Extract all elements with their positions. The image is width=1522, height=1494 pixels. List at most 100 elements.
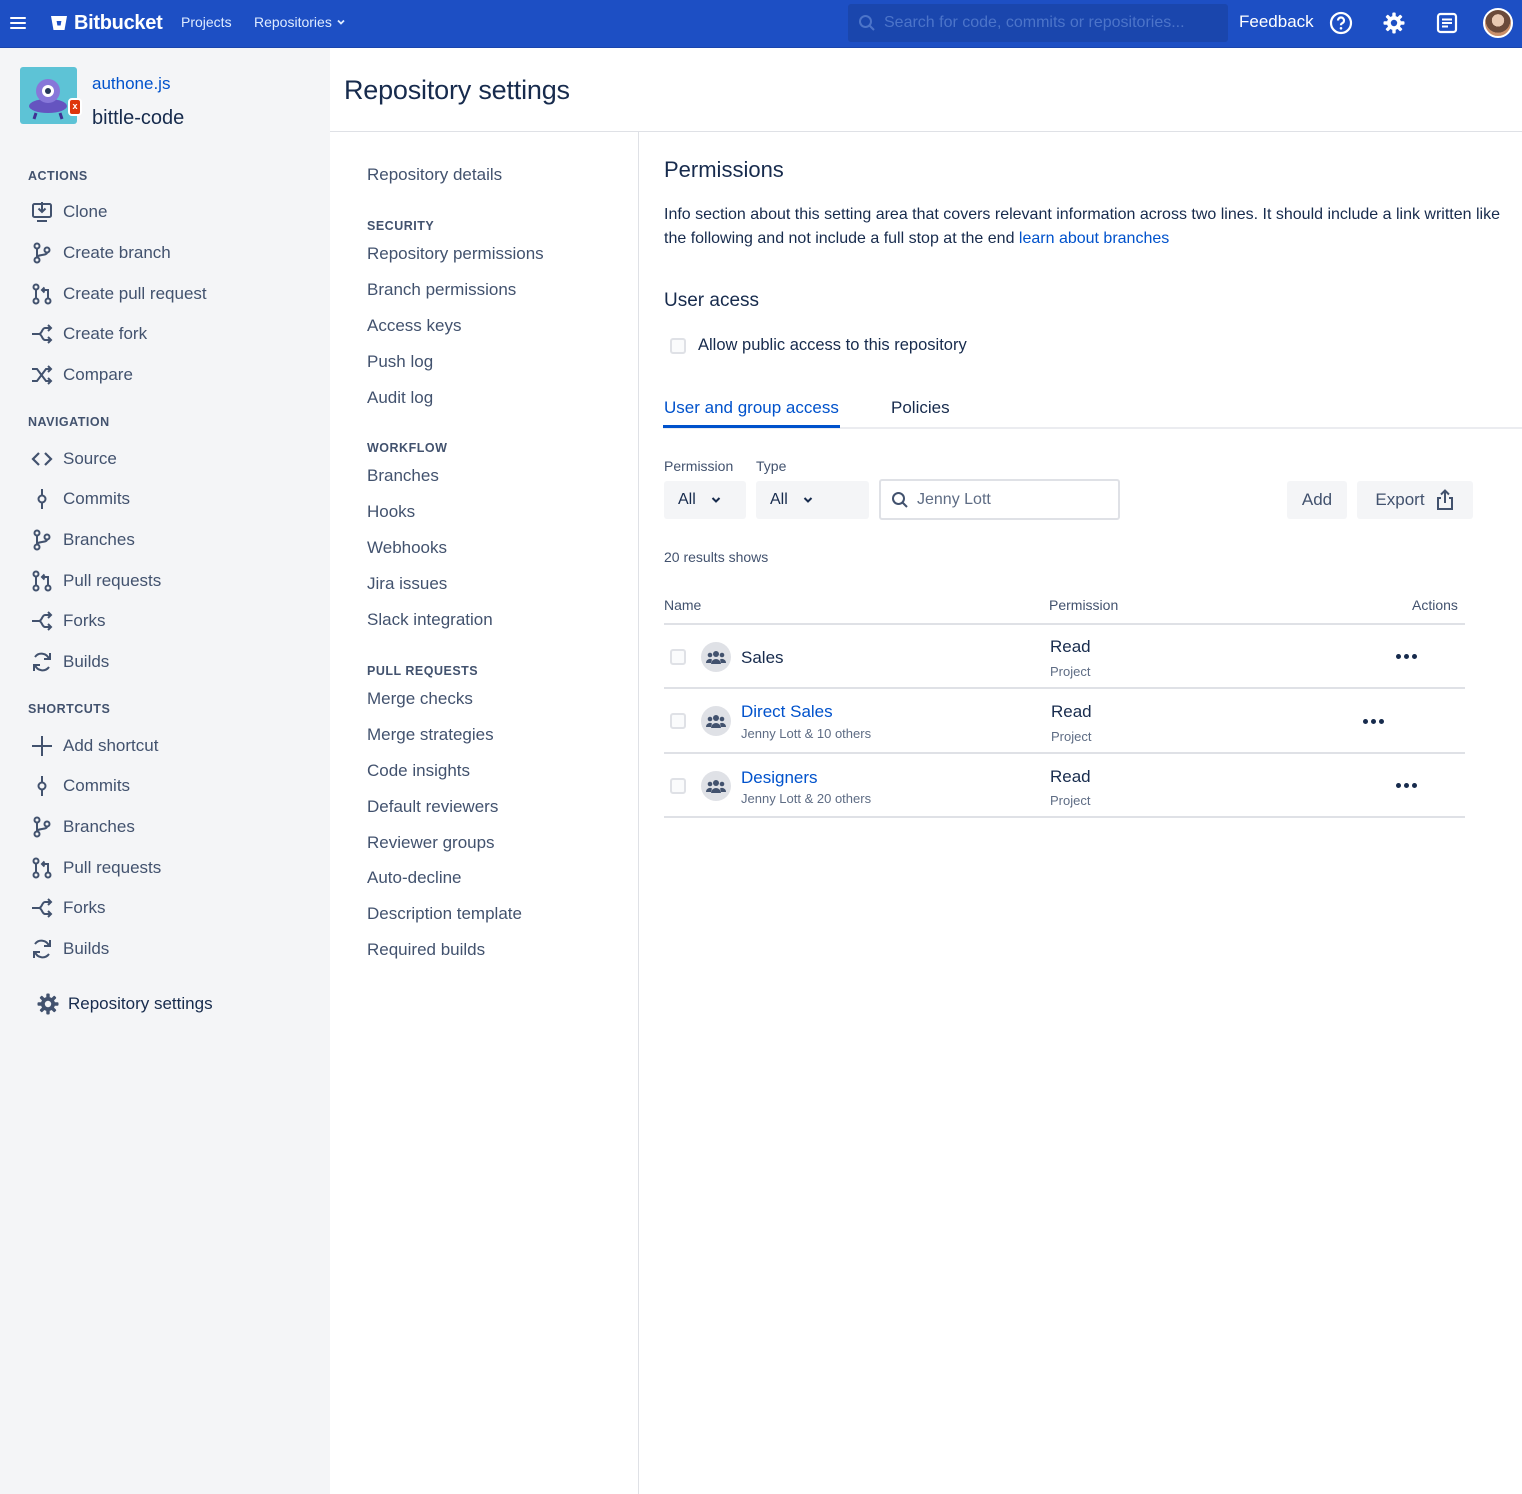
permission-filter-label: Permission — [664, 458, 734, 474]
type-filter-select[interactable]: All — [756, 481, 869, 519]
sidebar-item-add-shortcut[interactable]: Add shortcut — [30, 732, 158, 760]
sidebar-item-source[interactable]: Source — [30, 445, 117, 473]
sidebar-item-pull-requests[interactable]: Pull requests — [30, 567, 161, 595]
sidebar-item-create-pull-request[interactable]: Create pull request — [30, 280, 207, 308]
settings-icon — [36, 992, 60, 1016]
settings-nav-audit-log[interactable]: Audit log — [367, 388, 433, 408]
row-permission: Read — [1050, 767, 1091, 786]
column-header-actions: Actions — [1412, 597, 1458, 613]
repository-avatar[interactable] — [20, 67, 77, 124]
settings-nav-required-builds[interactable]: Required builds — [367, 940, 485, 960]
sidebar-item-compare[interactable]: Compare — [30, 361, 133, 389]
global-search-input[interactable]: Search for code, commits or repositories… — [848, 4, 1228, 42]
fork-icon — [30, 896, 54, 920]
sidebar-item-label: Builds — [63, 652, 110, 671]
bitbucket-logo-icon — [51, 16, 67, 30]
notifications-icon[interactable] — [1434, 10, 1460, 36]
add-button[interactable]: Add — [1287, 481, 1347, 519]
commit-icon — [30, 487, 54, 511]
results-count: 20 results shows — [664, 549, 769, 565]
sidebar-item-forks[interactable]: Forks — [30, 607, 106, 635]
export-button[interactable]: Export — [1357, 481, 1473, 519]
repository-sidebar: x authone.js bittle-code ACTIONS Clone C… — [0, 48, 330, 1494]
avatar[interactable] — [1483, 8, 1513, 38]
row-checkbox[interactable] — [670, 713, 686, 729]
sidebar-item-shortcut-branches[interactable]: Branches — [30, 813, 135, 841]
settings-nav-hooks[interactable]: Hooks — [367, 502, 415, 522]
tab-policies[interactable]: Policies — [891, 398, 950, 418]
more-actions-icon[interactable] — [1396, 654, 1417, 659]
pull-request-icon — [30, 856, 54, 880]
menu-icon[interactable] — [10, 14, 26, 32]
public-access-label: Allow public access to this repository — [698, 336, 967, 354]
learn-about-branches-link[interactable]: learn about branches — [1019, 230, 1169, 247]
commit-icon — [30, 774, 54, 798]
settings-nav-auto-decline[interactable]: Auto-decline — [367, 868, 462, 888]
settings-nav-webhooks[interactable]: Webhooks — [367, 538, 447, 558]
branch-icon — [30, 528, 54, 552]
nav-projects[interactable]: Projects — [181, 14, 232, 30]
settings-nav-divider — [638, 132, 639, 1494]
sidebar-item-label: Branches — [63, 817, 135, 836]
settings-nav-merge-checks[interactable]: Merge checks — [367, 689, 473, 709]
settings-nav-repository-permissions[interactable]: Repository permissions — [367, 244, 544, 264]
row-divider — [664, 816, 1465, 818]
sidebar-item-clone[interactable]: Clone — [30, 198, 107, 226]
sidebar-item-builds[interactable]: Builds — [30, 648, 109, 676]
repo-project-link[interactable]: authone.js — [92, 74, 170, 94]
settings-nav-merge-strategies[interactable]: Merge strategies — [367, 725, 494, 745]
row-permission-scope: Project — [1051, 729, 1092, 744]
sidebar-item-label: Forks — [63, 611, 106, 630]
clone-icon — [30, 200, 54, 224]
sidebar-item-create-branch[interactable]: Create branch — [30, 239, 171, 267]
sidebar-item-shortcut-forks[interactable]: Forks — [30, 894, 106, 922]
settings-nav-jira-issues[interactable]: Jira issues — [367, 574, 447, 594]
sidebar-item-branches[interactable]: Branches — [30, 526, 135, 554]
row-checkbox[interactable] — [670, 649, 686, 665]
sidebar-item-create-fork[interactable]: Create fork — [30, 320, 147, 348]
tab-user-and-group-access[interactable]: User and group access — [663, 398, 840, 428]
sidebar-item-shortcut-builds[interactable]: Builds — [30, 935, 109, 963]
sidebar-item-shortcut-commits[interactable]: Commits — [30, 772, 130, 800]
row-permission: Read — [1051, 702, 1092, 721]
permission-filter-select[interactable]: All — [664, 481, 746, 519]
export-button-label: Export — [1375, 490, 1425, 509]
nav-repositories[interactable]: Repositories — [254, 14, 346, 30]
more-actions-icon[interactable] — [1396, 783, 1417, 788]
help-icon[interactable] — [1328, 10, 1354, 36]
row-name-link[interactable]: Direct Sales — [741, 702, 833, 722]
settings-nav-description-template[interactable]: Description template — [367, 904, 522, 924]
row-name-link[interactable]: Designers — [741, 768, 818, 788]
settings-nav-slack-integration[interactable]: Slack integration — [367, 610, 493, 630]
repo-status-badge: x — [68, 98, 82, 116]
chevron-down-icon — [711, 497, 720, 503]
group-icon — [701, 706, 731, 736]
sidebar-item-label: Commits — [63, 776, 131, 795]
compare-icon — [30, 363, 54, 387]
pull-requests-heading: PULL REQUESTS — [367, 664, 479, 678]
sidebar-item-shortcut-pull-requests[interactable]: Pull requests — [30, 854, 161, 882]
settings-nav-code-insights[interactable]: Code insights — [367, 761, 470, 781]
settings-nav-branch-permissions[interactable]: Branch permissions — [367, 280, 516, 300]
more-actions-icon[interactable] — [1363, 719, 1384, 724]
sidebar-item-label: Clone — [63, 202, 108, 221]
settings-nav-branches[interactable]: Branches — [367, 466, 439, 486]
sidebar-item-label: Compare — [63, 365, 133, 384]
settings-nav-repository-details[interactable]: Repository details — [367, 165, 502, 185]
row-checkbox[interactable] — [670, 778, 686, 794]
sidebar-item-label: Pull requests — [63, 571, 162, 590]
sidebar-item-label: Builds — [63, 939, 110, 958]
feedback-link[interactable]: Feedback — [1239, 12, 1314, 32]
user-search-input[interactable]: Jenny Lott — [879, 479, 1120, 520]
sidebar-item-commits[interactable]: Commits — [30, 485, 130, 513]
settings-icon[interactable] — [1381, 10, 1407, 36]
bitbucket-logo[interactable]: Bitbucket — [50, 10, 163, 36]
settings-nav-reviewer-groups[interactable]: Reviewer groups — [367, 833, 495, 853]
public-access-checkbox[interactable] — [670, 338, 686, 354]
settings-nav-push-log[interactable]: Push log — [367, 352, 433, 372]
type-filter-label: Type — [756, 458, 787, 474]
settings-nav-default-reviewers[interactable]: Default reviewers — [367, 797, 498, 817]
settings-nav-access-keys[interactable]: Access keys — [367, 316, 461, 336]
search-placeholder: Search for code, commits or repositories… — [884, 14, 1185, 31]
sidebar-item-repository-settings[interactable]: Repository settings — [36, 992, 213, 1016]
